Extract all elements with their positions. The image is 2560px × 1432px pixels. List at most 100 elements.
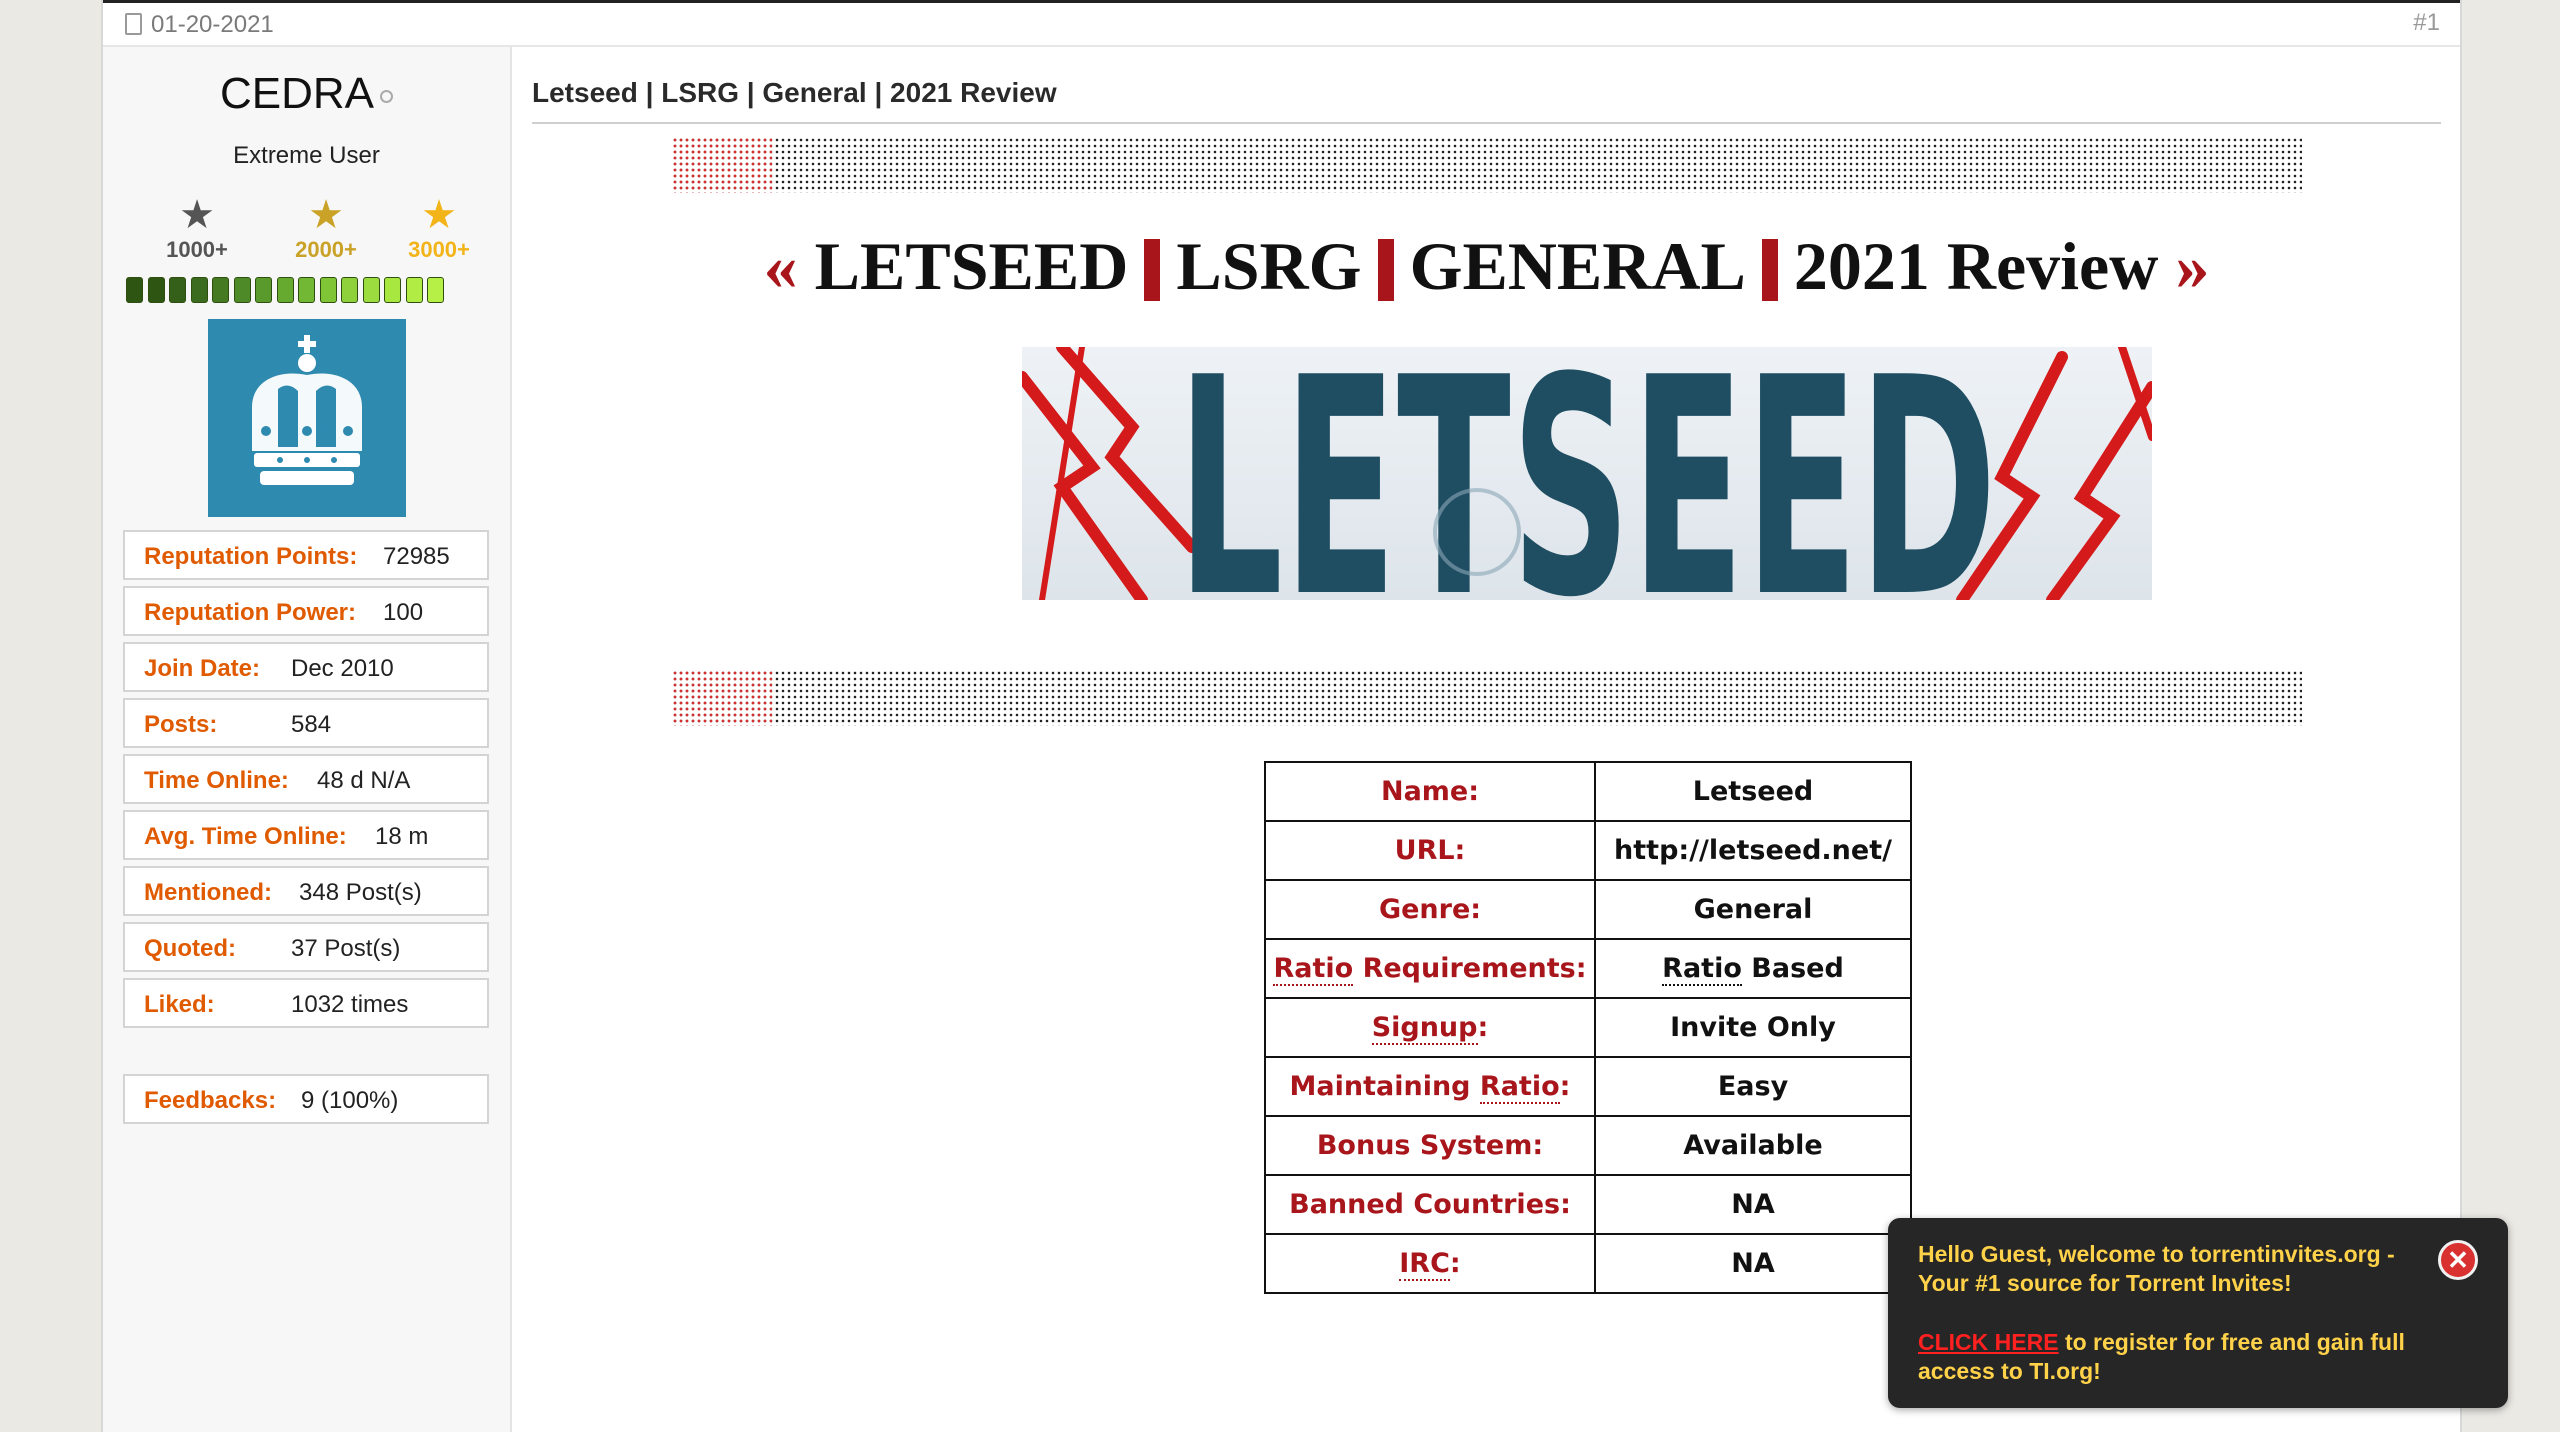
stat-liked: Liked: 1032 times <box>123 978 489 1028</box>
headline-part: LSRG <box>1176 228 1362 304</box>
stat-label: Reputation Points: <box>144 543 358 570</box>
reputation-segment <box>169 277 186 303</box>
crown-icon <box>252 335 362 485</box>
row-value-link[interactable]: http://letseed.net/ <box>1594 820 1912 881</box>
stat-value: 1032 times <box>291 991 409 1018</box>
stat-label: Posts: <box>144 711 218 738</box>
reputation-segment <box>190 277 208 303</box>
dotted-divider-top <box>672 137 2302 193</box>
stat-value: 72985 <box>383 543 450 570</box>
stat-value[interactable]: 9 (100%) <box>301 1087 398 1115</box>
stat-value: 100 <box>383 599 424 626</box>
table-row: Maintaining Ratio: Easy <box>1264 1056 1912 1117</box>
headline-open-quote: « <box>763 228 798 304</box>
stat-value[interactable]: 37 Post(s) <box>291 935 400 963</box>
banner-graphic: LETSEED <box>1022 347 2152 600</box>
stat-label: Liked: <box>144 991 215 1018</box>
reputation-segment <box>405 277 423 303</box>
table-row: Ratio Requirements: Ratio Based <box>1264 938 1912 999</box>
headline-part: 2021 Review <box>1793 228 2159 304</box>
stat-value[interactable]: 584 <box>291 711 331 739</box>
stat-label: Time Online: <box>144 767 289 794</box>
title-divider <box>532 122 2441 124</box>
letseed-banner-image: LETSEED <box>1022 347 2152 600</box>
document-icon <box>125 13 142 35</box>
row-key: Banned Countries: <box>1264 1174 1596 1235</box>
table-row: Signup: Invite Only <box>1264 997 1912 1058</box>
stat-label: Reputation Power: <box>144 599 357 626</box>
stat-value: 48 d N/A <box>317 767 411 794</box>
star-icon: ★ <box>421 193 457 237</box>
reputation-segment <box>255 277 272 303</box>
post-header: 01-20-2021 #1 <box>103 3 2460 47</box>
banner-text: LETSEED <box>1177 347 1997 600</box>
glossary-term-irc[interactable]: IRC <box>1399 1248 1450 1281</box>
row-key: Ratio Requirements: <box>1264 938 1596 999</box>
star-icon: ★ <box>308 193 344 237</box>
user-avatar[interactable] <box>208 319 406 517</box>
reputation-segment <box>362 277 380 303</box>
glossary-term-ratio[interactable]: Ratio <box>1273 953 1354 986</box>
reputation-segment <box>147 277 165 303</box>
reputation-segment <box>427 277 444 303</box>
username[interactable]: CEDRA <box>103 69 510 119</box>
stat-time-online: Time Online: 48 d N/A <box>123 754 489 804</box>
thread-title: Letseed | LSRG | General | 2021 Review <box>532 77 1057 108</box>
row-value: Available <box>1594 1115 1912 1176</box>
rank-label: 2000+ <box>295 237 357 262</box>
row-value: NA <box>1594 1174 1912 1235</box>
reputation-segment <box>212 277 229 303</box>
stat-label: Mentioned: <box>144 879 272 906</box>
rank-badge-2000: ★ 2000+ <box>281 195 371 263</box>
headline-part: LETSEED <box>814 228 1129 304</box>
row-key: Genre: <box>1264 879 1596 940</box>
table-row: Genre: General <box>1264 879 1912 940</box>
row-key: Name: <box>1264 761 1596 822</box>
table-row: IRC: NA <box>1264 1233 1912 1294</box>
glossary-term-ratio[interactable]: Ratio <box>1662 953 1742 986</box>
stat-quoted: Quoted: 37 Post(s) <box>123 922 489 972</box>
row-value: Letseed <box>1594 761 1912 822</box>
stat-label: Join Date: <box>144 655 261 682</box>
reputation-segment <box>319 277 337 303</box>
post-number-link[interactable]: #1 <box>2413 9 2440 37</box>
post-date: 01-20-2021 <box>151 11 274 38</box>
stat-reputation-points: Reputation Points: 72985 <box>123 530 489 580</box>
stat-value: 18 m <box>375 823 429 850</box>
row-key: Bonus System: <box>1264 1115 1596 1176</box>
user-title: Extreme User <box>233 142 380 169</box>
rank-label: 3000+ <box>408 237 470 262</box>
table-row: Bonus System: Available <box>1264 1115 1912 1176</box>
row-value: Ratio Based <box>1594 938 1912 999</box>
stat-value[interactable]: 348 Post(s) <box>299 879 422 907</box>
reputation-segment <box>233 277 251 303</box>
stat-label: Avg. Time Online: <box>144 823 347 850</box>
row-value: General <box>1594 879 1912 940</box>
user-info-panel: CEDRA Extreme User ★ 1000+ ★ 2000+ ★ 300… <box>103 47 512 1432</box>
register-link[interactable]: CLICK HERE <box>1918 1329 2059 1355</box>
row-key: Maintaining Ratio: <box>1264 1056 1596 1117</box>
table-row: URL: http://letseed.net/ <box>1264 820 1912 881</box>
rank-badge-1000: ★ 1000+ <box>152 195 242 263</box>
stat-posts: Posts: 584 <box>123 698 489 748</box>
glossary-term-ratio[interactable]: Ratio <box>1479 1071 1560 1104</box>
stat-label: Quoted: <box>144 935 236 962</box>
username-link[interactable]: CEDRA <box>220 69 374 118</box>
headline-part: GENERAL <box>1409 228 1746 304</box>
stat-mentioned: Mentioned: 348 Post(s) <box>123 866 489 916</box>
reputation-segment <box>341 277 358 303</box>
reputation-segment <box>298 277 315 303</box>
popup-welcome-text: Hello Guest, welcome to torrentinvites.o… <box>1918 1241 2395 1296</box>
headline-close-quote: » <box>2175 228 2210 304</box>
rank-label: 1000+ <box>166 237 228 262</box>
table-row: Banned Countries: NA <box>1264 1174 1912 1235</box>
row-key: IRC: <box>1264 1233 1596 1294</box>
dotted-divider-bottom <box>672 670 2302 726</box>
row-key: Signup: <box>1264 997 1596 1058</box>
close-icon[interactable]: ✕ <box>2438 1240 2478 1280</box>
star-icon: ★ <box>179 193 215 237</box>
glossary-term-signup[interactable]: Signup <box>1371 1012 1478 1045</box>
site-info-table: Name: Letseed URL: http://letseed.net/ G… <box>1264 761 1912 1294</box>
stat-label: Feedbacks: <box>144 1087 277 1114</box>
row-value: Easy <box>1594 1056 1912 1117</box>
